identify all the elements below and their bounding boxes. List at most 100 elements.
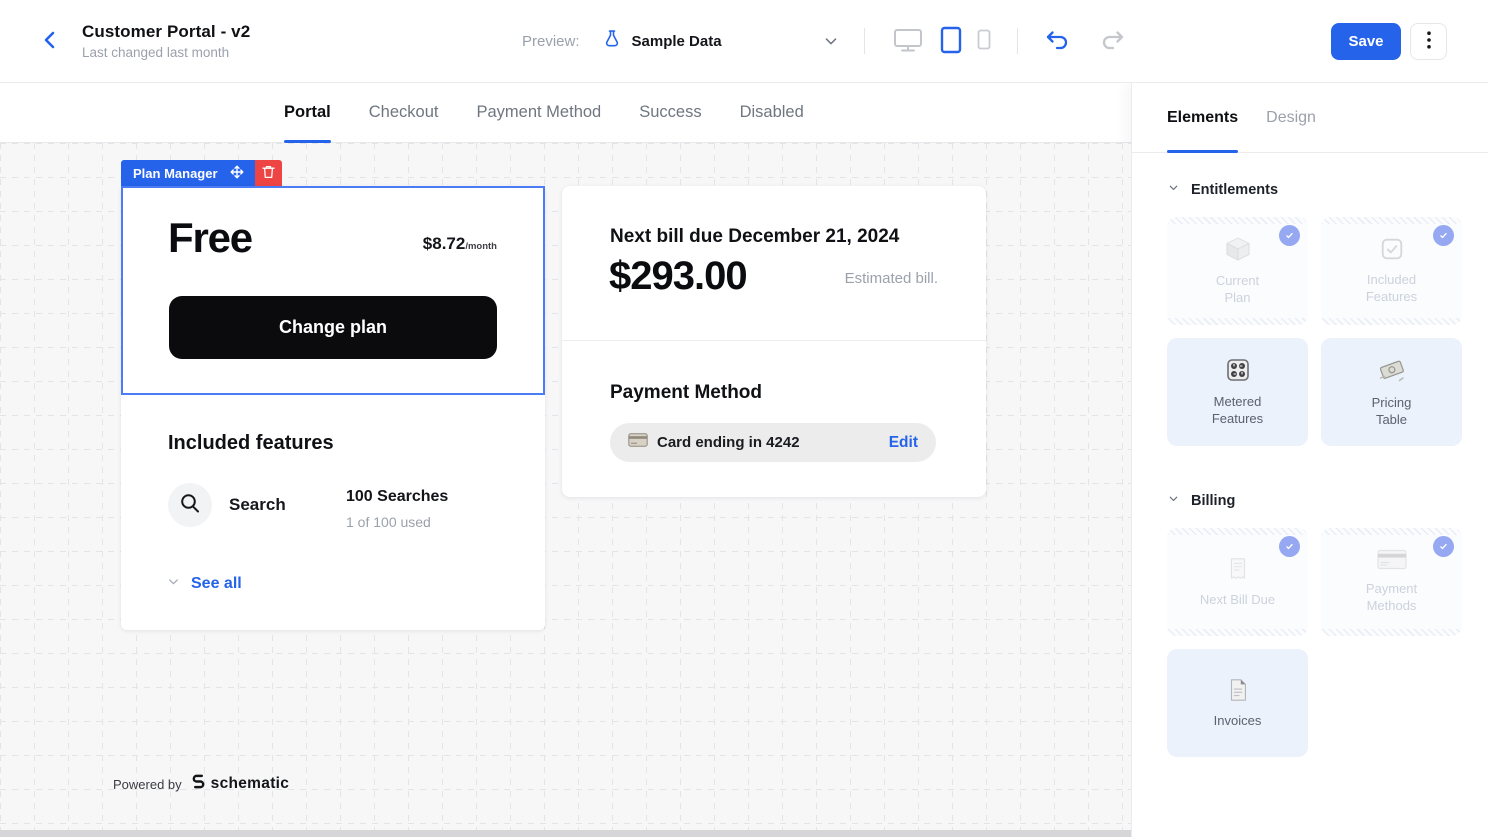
tab-design[interactable]: Design: [1266, 83, 1316, 152]
monitor-icon: [891, 25, 925, 58]
component-label: Plan Manager: [133, 166, 218, 181]
element-tile-current-plan[interactable]: Current Plan: [1167, 217, 1308, 325]
flask-icon: [602, 29, 622, 54]
element-tile-metered-features[interactable]: Metered Features: [1167, 338, 1308, 446]
redo-icon: [1098, 28, 1126, 55]
bill-note: Estimated bill.: [845, 270, 938, 287]
plan-name: Free: [168, 214, 252, 262]
section-billing: Billing Next Bill Due: [1167, 492, 1462, 757]
feature-name: Search: [229, 495, 286, 515]
section-entitlements-header[interactable]: Entitlements: [1167, 181, 1462, 199]
top-header: Customer Portal - v2 Last changed last m…: [0, 0, 1488, 83]
sidebar-content: Entitlements Current Plan: [1132, 153, 1488, 757]
tab-payment-method[interactable]: Payment Method: [476, 83, 601, 142]
section-entitlements: Entitlements Current Plan: [1167, 181, 1462, 446]
element-tile-included-features[interactable]: Included Features: [1321, 217, 1462, 325]
element-tile-payment-methods[interactable]: Payment Methods: [1321, 528, 1462, 636]
design-canvas[interactable]: Plan Manager Free: [0, 143, 1131, 837]
chevron-down-icon: [166, 574, 181, 594]
preview-data-select[interactable]: Sample Data: [602, 29, 840, 54]
device-tablet-button[interactable]: [938, 24, 964, 59]
section-billing-header[interactable]: Billing: [1167, 492, 1462, 510]
title-block: Customer Portal - v2 Last changed last m…: [82, 22, 250, 60]
brand-name: schematic: [211, 775, 290, 793]
chevron-down-icon: [1167, 492, 1180, 510]
powered-by: Powered by schematic: [113, 773, 289, 795]
chevron-down-icon: [1167, 181, 1180, 199]
change-plan-button[interactable]: Change plan: [169, 296, 497, 359]
receipt-icon: [1225, 556, 1251, 582]
page-title: Customer Portal - v2: [82, 22, 250, 42]
entitlements-grid: Current Plan Included Features: [1167, 217, 1462, 446]
check-badge: [1433, 225, 1454, 246]
feature-usage: 1 of 100 used: [346, 514, 431, 530]
sidebar-tabbar: Elements Design: [1132, 83, 1488, 153]
price-period: /month: [465, 241, 497, 252]
back-button[interactable]: [34, 24, 66, 59]
credit-card-icon: [1377, 549, 1407, 571]
header-right: Save: [1331, 0, 1447, 82]
money-icon: [1377, 355, 1407, 385]
trash-icon: [262, 165, 275, 182]
powered-by-label: Powered by: [113, 777, 182, 792]
feature-icon-circle: [168, 483, 212, 527]
feature-limit: 100 Searches: [346, 488, 448, 506]
tile-label: Next Bill Due: [1200, 592, 1275, 609]
kebab-icon: [1427, 31, 1431, 52]
right-sidebar: Elements Design Entitlements: [1131, 83, 1488, 837]
next-bill-title: Next bill due December 21, 2024: [610, 226, 899, 248]
component-label-chip[interactable]: Plan Manager: [121, 160, 255, 186]
tab-elements[interactable]: Elements: [1167, 83, 1238, 152]
cube-icon: [1224, 235, 1252, 263]
horizontal-scrollbar[interactable]: [0, 830, 1131, 837]
element-tile-next-bill-due[interactable]: Next Bill Due: [1167, 528, 1308, 636]
check-badge: [1433, 536, 1454, 557]
element-tile-invoices[interactable]: Invoices: [1167, 649, 1308, 757]
billing-grid: Next Bill Due Payment Methods: [1167, 528, 1462, 757]
delete-component-button[interactable]: [255, 160, 282, 186]
payment-method-pill[interactable]: Card ending in 4242 Edit: [610, 423, 936, 462]
main-area: Portal Checkout Payment Method Success D…: [0, 83, 1488, 837]
preview-label: Preview:: [522, 33, 580, 50]
more-options-button[interactable]: [1410, 23, 1447, 60]
redo-button[interactable]: [1096, 26, 1128, 57]
section-title: Entitlements: [1191, 182, 1278, 198]
brand-wordmark: schematic: [191, 773, 290, 795]
tab-portal[interactable]: Portal: [284, 83, 331, 142]
undo-button[interactable]: [1042, 26, 1074, 57]
tile-label: Invoices: [1214, 713, 1262, 730]
canvas-column: Portal Checkout Payment Method Success D…: [0, 83, 1131, 837]
chevron-left-icon: [38, 28, 62, 55]
plan-manager-card[interactable]: Free $8.72/month Change plan Included fe…: [121, 186, 545, 630]
see-all-link[interactable]: See all: [166, 574, 242, 594]
tab-checkout[interactable]: Checkout: [369, 83, 439, 142]
page-subtitle: Last changed last month: [82, 45, 250, 60]
divider: [562, 340, 986, 341]
history-controls: [1042, 26, 1128, 57]
tile-label: Current Plan: [1216, 273, 1259, 307]
header-center: Preview: Sample Data: [522, 0, 1128, 82]
device-desktop-button[interactable]: [889, 23, 927, 60]
tab-success[interactable]: Success: [639, 83, 701, 142]
tile-label: Included Features: [1366, 272, 1417, 306]
device-mobile-button[interactable]: [975, 27, 993, 55]
check-badge: [1279, 225, 1300, 246]
device-toggle-group: [889, 23, 993, 60]
element-tile-pricing-table[interactable]: Pricing Table: [1321, 338, 1462, 446]
billing-card[interactable]: Next bill due December 21, 2024 $293.00 …: [562, 186, 986, 497]
move-icon: [230, 165, 244, 182]
divider: [864, 28, 865, 54]
bill-amount: $293.00: [609, 254, 747, 299]
card-ending-label: Card ending in 4242: [657, 434, 880, 451]
save-button[interactable]: Save: [1331, 23, 1401, 60]
page-tabbar: Portal Checkout Payment Method Success D…: [0, 83, 1131, 143]
component-toolbar[interactable]: Plan Manager: [121, 160, 282, 186]
header-left: Customer Portal - v2 Last changed last m…: [0, 22, 250, 60]
edit-payment-link[interactable]: Edit: [889, 434, 918, 452]
see-all-label: See all: [191, 575, 242, 593]
included-features-title: Included features: [168, 432, 334, 455]
tab-disabled[interactable]: Disabled: [740, 83, 804, 142]
search-icon: [179, 492, 201, 519]
section-title: Billing: [1191, 493, 1235, 509]
app-root: Customer Portal - v2 Last changed last m…: [0, 0, 1488, 837]
